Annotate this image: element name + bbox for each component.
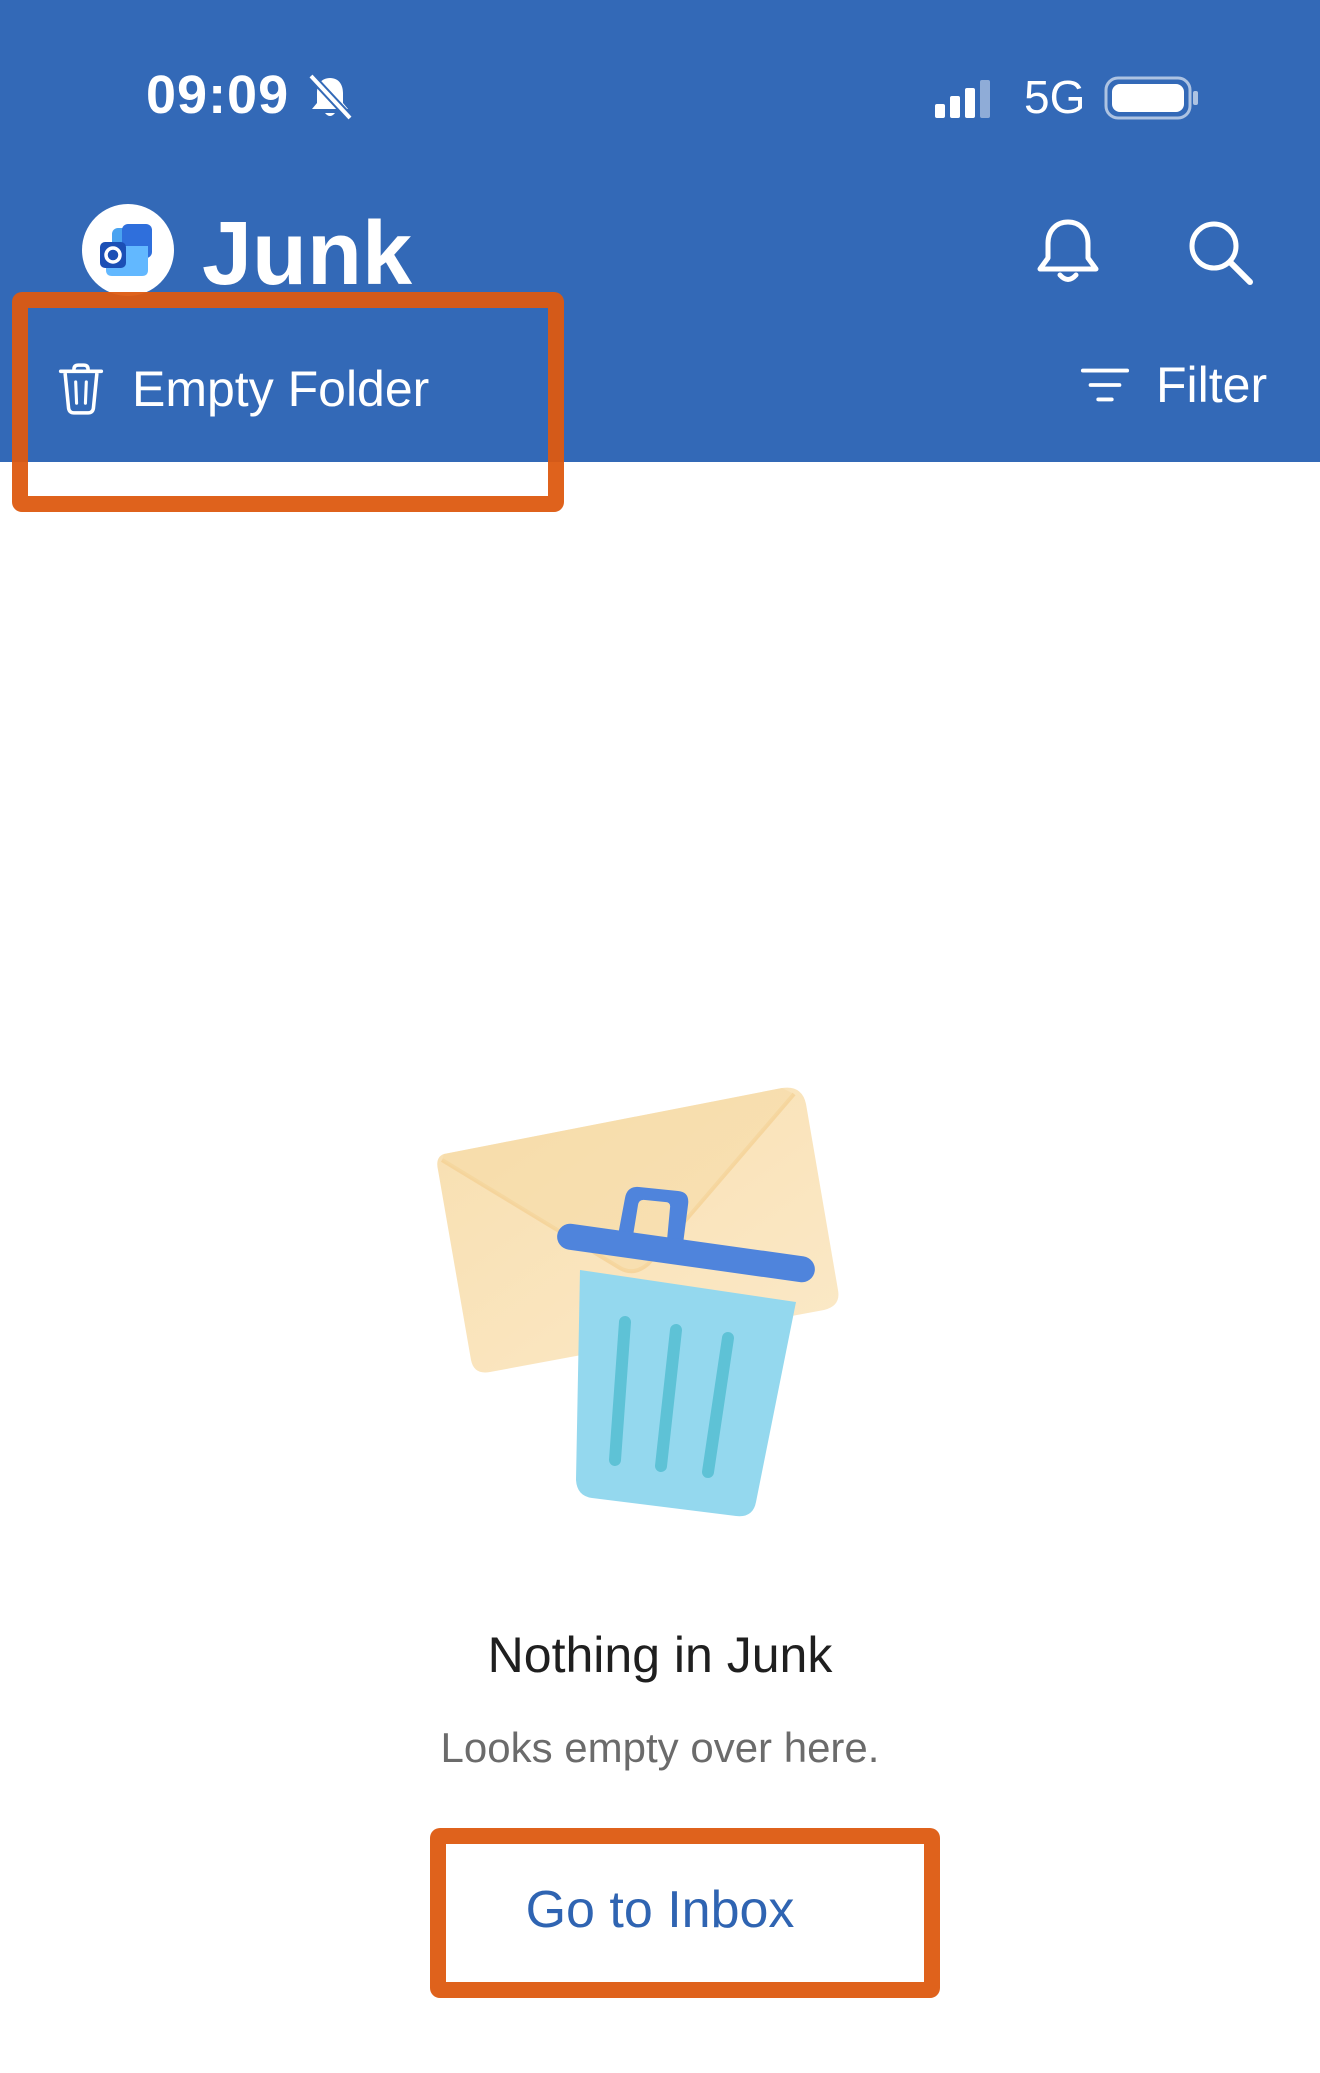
empty-folder-label: Empty Folder bbox=[132, 361, 430, 417]
app-header: 09:09 5G Junk Empty Folder Filter bbox=[0, 0, 1320, 462]
filter-button[interactable]: Filter bbox=[1080, 352, 1267, 418]
search-icon bbox=[1189, 221, 1253, 285]
envelope-and-trash-icon bbox=[437, 1087, 839, 1517]
trash-icon bbox=[58, 363, 104, 415]
filter-label: Filter bbox=[1156, 357, 1268, 413]
battery-icon bbox=[1104, 76, 1198, 120]
search-button[interactable] bbox=[1180, 212, 1260, 292]
go-to-inbox-button[interactable]: Go to Inbox bbox=[470, 1860, 850, 1960]
signal-icon bbox=[935, 80, 990, 118]
empty-folder-button[interactable]: Empty Folder bbox=[58, 356, 429, 422]
network-type: 5G bbox=[1024, 71, 1086, 123]
page-title: Junk bbox=[202, 204, 413, 304]
empty-state-title: Nothing in Junk bbox=[487, 1627, 833, 1683]
notifications-button[interactable] bbox=[1028, 212, 1108, 292]
empty-state-subtitle: Looks empty over here. bbox=[440, 1724, 880, 1771]
bell-slash-icon bbox=[308, 73, 353, 121]
filter-icon bbox=[1080, 368, 1130, 402]
bell-icon bbox=[1037, 219, 1099, 282]
status-time: 09:09 bbox=[146, 65, 290, 125]
outlook-app-icon[interactable] bbox=[82, 204, 174, 296]
